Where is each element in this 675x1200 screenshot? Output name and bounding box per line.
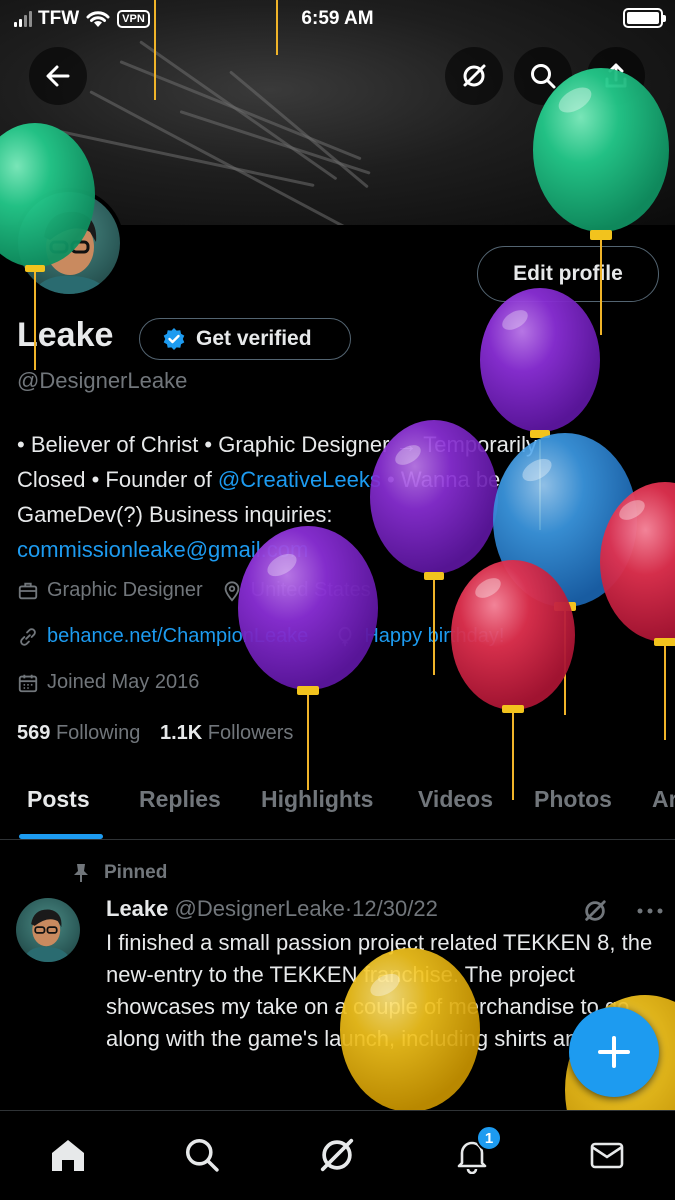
profile-meta-row: Joined May 2016 [17,671,199,694]
tab-photos[interactable]: Photos [534,786,612,813]
balloon-icon [338,626,352,646]
tab-videos[interactable]: Videos [418,786,493,813]
location-icon [224,580,239,602]
avatar-illustration [31,211,110,294]
post-author-name[interactable]: Leake [106,896,168,921]
profile-handle: @DesignerLeake [17,368,188,393]
search-button[interactable] [514,47,572,105]
messages-icon [590,1142,624,1169]
tab-replies[interactable]: Replies [139,786,221,813]
back-button[interactable] [29,47,87,105]
share-button[interactable] [587,47,645,105]
follow-stats: 569 Following 1.1K Followers [17,722,293,745]
get-verified-label: Get verified [196,327,312,350]
edit-profile-button[interactable]: Edit profile [477,246,659,302]
profile-tabs: Posts Replies Highlights Videos Photos A… [0,770,675,840]
tab-posts[interactable]: Posts [27,786,90,813]
plus-icon [598,1036,630,1068]
grok-icon[interactable] [582,898,608,924]
status-bar: TFW VPN 6:59 AM [0,0,675,40]
active-tab-indicator [19,834,103,839]
pin-icon [74,864,88,882]
calendar-icon [18,674,38,692]
nav-search[interactable] [180,1133,224,1177]
more-options-icon[interactable] [636,907,664,915]
bio-line: • Believer of Christ • Graphic Designer … [17,432,537,457]
grok-button[interactable] [445,47,503,105]
search-icon [185,1138,219,1172]
post-author-handle[interactable]: @DesignerLeake [175,896,345,921]
profile-meta-row: behance.net/ChampionLeake Happy birthday… [17,625,504,648]
tab-highlights[interactable]: Highlights [261,786,373,813]
profile-bio: • Believer of Christ • Graphic Designer … [17,427,657,567]
following-count: 569 [17,722,51,744]
tab-articles[interactable]: Ar [652,786,675,813]
post-avatar[interactable] [16,898,80,962]
nav-messages[interactable] [585,1133,629,1177]
bio-text: • Wanna be [380,467,501,492]
nav-notifications[interactable]: 1 [450,1125,502,1177]
battery-icon [623,8,666,28]
joined-date: Joined May 2016 [47,671,200,693]
followers-link[interactable]: 1.1K Followers [160,722,293,744]
nav-grok[interactable] [315,1133,359,1177]
profile-name: Leake [17,316,114,354]
balloon [451,560,575,800]
search-icon [531,64,556,89]
grok-icon [320,1138,354,1172]
verified-badge-icon [163,328,185,350]
followers-label: Followers [207,722,294,744]
bio-text: Closed • Founder of [17,467,218,492]
notification-badge: 1 [476,1125,502,1151]
birthday-link[interactable]: Happy birthday! [364,625,504,648]
get-verified-button[interactable]: Get verified [139,318,351,360]
briefcase-icon [18,582,38,599]
creativeleeks-mention-link[interactable]: @CreativeLeeks [218,467,381,492]
arrow-left-icon [46,65,70,87]
following-link[interactable]: 569 Following [17,722,140,744]
following-label: Following [55,722,141,744]
status-time: 6:59 AM [301,8,374,29]
pinned-label: Pinned [72,862,167,884]
bio-line: Closed • Founder of @CreativeLeeks • Wan… [17,462,657,497]
nav-home[interactable] [46,1133,90,1177]
compose-post-button[interactable] [569,1007,659,1097]
post-header: Leake @DesignerLeake·12/30/22 [106,896,438,922]
profile-location: United States [250,579,371,601]
pinned-text: Pinned [104,862,168,883]
bio-line: GameDev(?) Business inquiries: [17,502,333,527]
email-link[interactable]: commissionleake@gmail.com [17,532,657,567]
profile-category: Graphic Designer [47,579,203,601]
avatar-illustration [21,909,72,962]
home-icon [52,1140,84,1171]
link-icon [20,627,36,646]
website-link[interactable]: behance.net/ChampionLeake [47,625,308,648]
avatar[interactable] [14,188,124,298]
grok-icon [463,64,486,87]
bottom-navigation: 1 [0,1110,675,1200]
share-icon [605,63,627,88]
post-date[interactable]: 12/30/22 [352,896,438,921]
followers-count: 1.1K [159,722,203,744]
profile-meta-row: Graphic Designer United States [17,579,371,602]
post-actions [582,898,664,924]
